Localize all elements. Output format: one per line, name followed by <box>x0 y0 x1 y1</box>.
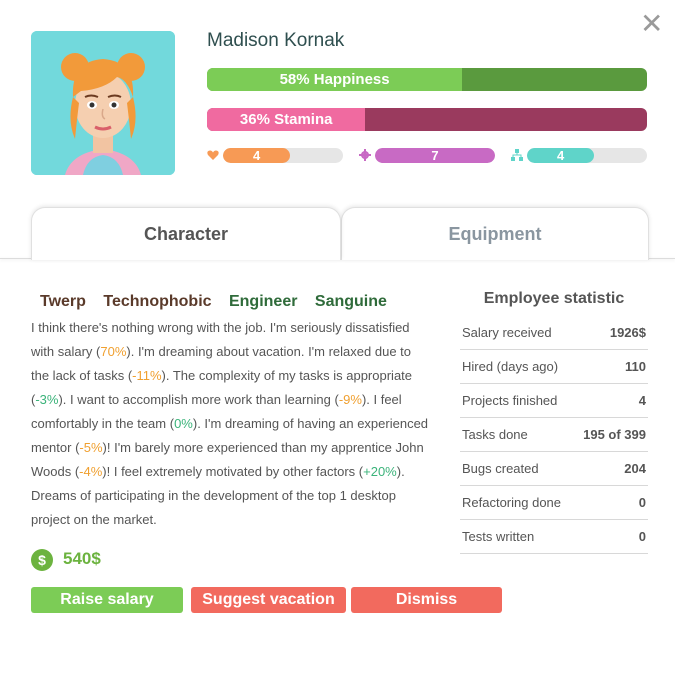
dismiss-button[interactable]: Dismiss <box>351 587 502 613</box>
mood-percentage: -9% <box>338 392 362 407</box>
character-description: I think there's nothing wrong with the j… <box>31 316 431 532</box>
table-row: Refactoring done 0 <box>460 486 648 520</box>
close-icon[interactable]: ✕ <box>640 10 663 38</box>
team-track: 4 <box>527 148 647 163</box>
table-row: Hired (days ago) 110 <box>460 350 648 384</box>
mood-percentage: -4% <box>79 464 103 479</box>
avatar-portrait <box>31 31 175 175</box>
stat-key: Refactoring done <box>462 495 562 510</box>
stat-key: Hired (days ago) <box>462 359 559 374</box>
happiness-bar: 58% Happiness <box>207 68 647 91</box>
happiness-label: 58% Happiness <box>279 71 390 88</box>
statistic-title: Employee statistic <box>483 290 625 307</box>
mood-percentage: -3% <box>35 392 59 407</box>
table-row: Salary received 1926$ <box>460 316 648 350</box>
stat-value: 0 <box>638 529 646 544</box>
mood-percentage: +20% <box>363 464 397 479</box>
stat-value: 1926$ <box>609 325 646 340</box>
stat-value: 195 of 399 <box>583 427 646 442</box>
stat-gear: 7 <box>359 148 495 163</box>
stat-key: Projects finished <box>462 393 558 408</box>
employee-name: Madison Kornak <box>207 30 345 51</box>
stat-value: 110 <box>625 359 646 374</box>
gear-fill: 7 <box>375 148 495 163</box>
suggest-vacation-button[interactable]: Suggest vacation <box>191 587 346 613</box>
tab-character[interactable]: Character <box>31 207 341 260</box>
heart-fill: 4 <box>223 148 291 163</box>
mood-percentage: 0% <box>174 416 193 431</box>
stat-team: 4 <box>511 148 647 163</box>
mood-percentage: -11% <box>132 368 162 383</box>
tab-equipment[interactable]: Equipment <box>341 207 649 260</box>
gear-track: 7 <box>375 148 495 163</box>
trait-tag: Engineer <box>228 293 298 310</box>
stat-key: Bugs created <box>462 461 539 476</box>
raise-salary-button[interactable]: Raise salary <box>31 587 183 613</box>
traits-list: Twerp Technophobic Engineer Sanguine <box>40 293 400 311</box>
gear-icon <box>359 149 371 161</box>
description-text: ). I want to accomplish more work than l… <box>58 392 339 407</box>
stat-heart: 4 <box>207 148 343 163</box>
trait-tag: Technophobic <box>103 293 212 310</box>
dollar-coin-icon: $ <box>31 549 53 571</box>
table-row: Tests written 0 <box>460 520 648 554</box>
trait-tag: Twerp <box>40 293 86 310</box>
mood-percentage: 70% <box>100 344 127 359</box>
table-row: Projects finished 4 <box>460 384 648 418</box>
stat-key: Tasks done <box>462 427 528 442</box>
stat-value: 204 <box>624 461 646 476</box>
team-icon <box>511 149 523 161</box>
stamina-bar: 36% Stamina <box>207 108 647 131</box>
stat-key: Salary received <box>462 325 552 340</box>
heart-icon <box>207 150 219 160</box>
team-fill: 4 <box>527 148 595 163</box>
table-row: Bugs created 204 <box>460 452 648 486</box>
mood-percentage: -5% <box>79 440 103 455</box>
stat-key: Tests written <box>462 529 535 544</box>
heart-track: 4 <box>223 148 343 163</box>
table-row: Tasks done 195 of 399 <box>460 418 648 452</box>
description-text: )! I feel extremely motivated by other f… <box>102 464 364 479</box>
avatar <box>31 31 175 175</box>
stamina-label: 36% Stamina <box>239 111 333 128</box>
stat-value: 4 <box>638 393 646 408</box>
trait-tag: Sanguine <box>314 293 387 310</box>
salary-value: 540$ <box>63 549 101 568</box>
statistic-table: Salary received 1926$ Hired (days ago) 110… <box>460 316 648 554</box>
stat-value: 0 <box>638 495 646 510</box>
